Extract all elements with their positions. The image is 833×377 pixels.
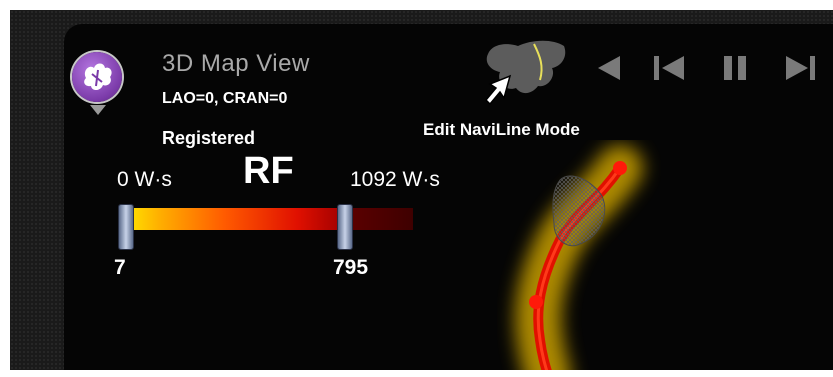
- rf-scale-dimmed-range: [344, 208, 413, 230]
- ablation-map-graphic: [515, 145, 643, 377]
- rf-low-threshold-value: 7: [114, 256, 126, 279]
- rf-scale-min-label: 0 W·s: [117, 168, 172, 191]
- skip-to-end-icon: [786, 56, 815, 80]
- rf-high-threshold-value: 795: [333, 256, 369, 279]
- map-view-icon[interactable]: [72, 52, 122, 102]
- map-view-dropdown-pointer[interactable]: [90, 105, 106, 115]
- rf-high-threshold-handle[interactable]: [337, 204, 353, 250]
- view-title: 3D Map View: [162, 50, 310, 77]
- skip-to-end-button[interactable]: [782, 48, 822, 88]
- edit-naviline-mode-label: Edit NaviLine Mode: [423, 120, 580, 139]
- skip-to-start-icon: [654, 56, 684, 80]
- cursor-arrow-icon: [484, 74, 512, 106]
- step-back-icon: [598, 56, 620, 80]
- skip-to-start-button[interactable]: [650, 48, 690, 88]
- rf-scale-max-label: 1092 W·s: [350, 168, 440, 191]
- pause-icon: [724, 56, 746, 80]
- pause-button[interactable]: [716, 48, 756, 88]
- rf-low-threshold-handle[interactable]: [118, 204, 134, 250]
- step-back-button[interactable]: [590, 48, 630, 88]
- heart-map-glyph: [84, 63, 112, 91]
- catheter-map-render[interactable]: [470, 140, 730, 377]
- registration-status: Registered: [162, 128, 256, 148]
- view-angles: LAO=0, CRAN=0: [162, 90, 288, 107]
- rf-scale-title: RF: [243, 150, 294, 192]
